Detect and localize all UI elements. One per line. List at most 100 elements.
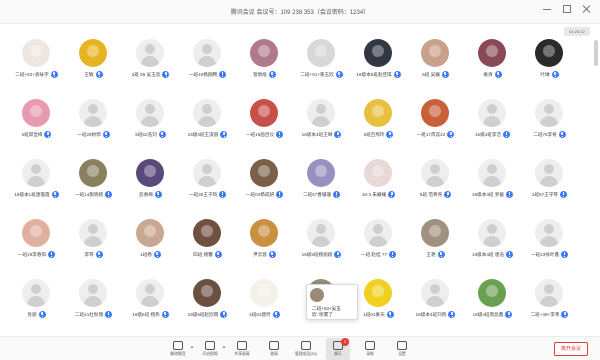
- participant-tile[interactable]: 二班+49+李青: [521, 276, 578, 336]
- mic-icon: [268, 71, 276, 78]
- avatar: [22, 279, 50, 307]
- participant-label: 1班杨: [122, 251, 179, 258]
- participant-label: 二班+62+袁咏宇: [8, 71, 65, 78]
- members-icon: [301, 341, 311, 350]
- participant-name: 管佩纸: [253, 71, 267, 77]
- participant-tile[interactable]: 一班02杨成妍: [236, 156, 293, 216]
- participant-tile[interactable]: 5班吕燕玲: [350, 96, 407, 156]
- participant-label: 一班14施晓婉: [65, 191, 122, 198]
- participant-name: 四班 杨馨: [193, 251, 213, 257]
- participant-tile[interactable]: 2班67王守琴: [521, 156, 578, 216]
- participant-tile[interactable]: 二班41杜秋瑞: [65, 276, 122, 336]
- participant-tile[interactable]: 管佩纸: [236, 36, 293, 96]
- participant-tile[interactable]: 5班52浩刘: [122, 96, 179, 156]
- participant-tile[interactable]: 叶琳: [521, 36, 578, 96]
- meeting-toolbar: 解除静音 ▲ 开启视频 ▲ 共享屏幕 邀请 管理成员(50) 聊天 1 录制 设置 离开会议: [0, 336, 600, 360]
- participant-tile[interactable]: 一班35王子琦: [179, 156, 236, 216]
- participant-tile[interactable]: 彭春梅: [122, 156, 179, 216]
- participant-tile[interactable]: 16级4班王淑丽: [179, 96, 236, 156]
- toolbar-button-invite[interactable]: 邀请: [262, 338, 286, 360]
- participant-tile[interactable]: 16级本4班刘燕: [407, 276, 464, 336]
- participant-tile[interactable]: 2班 59 吴玉欣: [122, 36, 179, 96]
- avatar: [364, 219, 392, 247]
- participant-tile[interactable]: 李琴: [65, 216, 122, 276]
- scrollbar[interactable]: [594, 40, 598, 66]
- participant-label: 二班+49+李青: [521, 311, 578, 318]
- participant-tile[interactable]: 二班57曹珊珊: [293, 156, 350, 216]
- minimize-icon[interactable]: [542, 4, 552, 14]
- avatar: [22, 219, 50, 247]
- mic-icon: [105, 191, 113, 198]
- participant-tile[interactable]: 16级5班杨丽翔: [293, 216, 350, 276]
- participant-tile[interactable]: 16级4班李洁: [464, 96, 521, 156]
- participant-name: 16级本4班刘燕: [415, 311, 447, 317]
- chevron-up-icon[interactable]: ▲: [190, 344, 194, 349]
- avatar: [22, 159, 50, 187]
- participant-tile[interactable]: 5班 吴巍: [407, 36, 464, 96]
- toolbar-button-camera[interactable]: 开启视频 ▲: [198, 338, 226, 360]
- avatar: [307, 159, 335, 187]
- participant-tile[interactable]: 5班邱显梅: [8, 96, 65, 156]
- participant-tile[interactable]: 肖丽: [8, 276, 65, 336]
- toolbar-button-screen-share[interactable]: 共享屏幕: [230, 338, 254, 360]
- mic-icon: [162, 71, 170, 78]
- participant-tile[interactable]: 秦清: [464, 36, 521, 96]
- participant-tile[interactable]: 16级4班周昌鑫: [464, 276, 521, 336]
- participant-tile[interactable]: 一班23徐叶鑫: [521, 216, 578, 276]
- avatar: [421, 99, 449, 127]
- toolbar-button-members[interactable]: 管理成员(50): [294, 338, 318, 360]
- mic-icon: [335, 71, 343, 78]
- mic-icon: [333, 191, 341, 198]
- participant-tile[interactable]: 一班14施晓婉: [65, 156, 122, 216]
- participant-tile[interactable]: 尹云蓉: [236, 216, 293, 276]
- participant-tile[interactable]: 16级5班赵欣雨: [179, 276, 236, 336]
- participant-tile[interactable]: 一班26李春阳: [8, 216, 65, 276]
- participant-tile[interactable]: 一班17芮蕊22: [407, 96, 464, 156]
- participant-tile[interactable]: 一班29娇郭: [65, 96, 122, 156]
- mic-icon: [154, 191, 162, 198]
- chat-message-popup[interactable]: 二班+03+吴玉欣: 听累了: [306, 284, 358, 320]
- participant-tile[interactable]: 16级本4班王琳: [293, 96, 350, 156]
- maximize-icon[interactable]: [562, 4, 572, 14]
- participant-tile[interactable]: 16级本4班 罗媛: [464, 156, 521, 216]
- avatar: [478, 99, 506, 127]
- screen-share-icon: [237, 341, 247, 350]
- participant-tile[interactable]: 16级本1班唐霞霞: [8, 156, 65, 216]
- toolbar-button-mic-off[interactable]: 解除静音 ▲: [166, 338, 194, 360]
- participant-tile[interactable]: 5班 范青燕: [407, 156, 464, 216]
- participant-tile[interactable]: 二班+01+黄玉欣: [293, 36, 350, 96]
- mic-icon: [386, 311, 394, 318]
- leave-meeting-button[interactable]: 离开会议: [554, 342, 588, 356]
- participant-tile[interactable]: 16-3 朱姗姗: [350, 156, 407, 216]
- participant-tile[interactable]: 二班+62+袁咏宇: [8, 36, 65, 96]
- participant-label: 一班17芮蕊22: [407, 131, 464, 138]
- participant-name: 5班 吴巍: [422, 71, 440, 77]
- toolbar-button-settings[interactable]: 设置: [390, 338, 414, 360]
- participant-tile[interactable]: 16级5班 杨燕: [122, 276, 179, 336]
- window-controls: [542, 4, 592, 14]
- participant-tile[interactable]: 一班 赵桂 77: [350, 216, 407, 276]
- participant-tile[interactable]: 1班杨: [122, 216, 179, 276]
- chevron-up-icon[interactable]: ▲: [222, 344, 226, 349]
- participant-name: 一班23徐叶鑫: [530, 251, 560, 257]
- toolbar-button-chat[interactable]: 聊天 1: [326, 338, 350, 360]
- close-icon[interactable]: [582, 4, 592, 14]
- participant-tile[interactable]: 一班40杨翔腾: [179, 36, 236, 96]
- participant-label: 5班52浩刘: [122, 131, 179, 138]
- toolbar-button-record[interactable]: 录制: [358, 338, 382, 360]
- participant-name: 二班76李将: [533, 131, 557, 137]
- participant-tile[interactable]: 一班15画吕仪: [236, 96, 293, 156]
- mic-icon: [50, 71, 58, 78]
- participant-tile[interactable]: 16级本5班赵佳琪: [350, 36, 407, 96]
- participant-tile[interactable]: 16级本4班 唐浩: [464, 216, 521, 276]
- participant-label: 16-3 朱姗姗: [350, 191, 407, 198]
- participant-tile[interactable]: 王艳: [407, 216, 464, 276]
- participant-tile[interactable]: 1班01秦天: [350, 276, 407, 336]
- invite-icon: [269, 341, 279, 350]
- participant-tile[interactable]: 王敏: [65, 36, 122, 96]
- participant-tile[interactable]: 二班76李将: [521, 96, 578, 156]
- participant-name: 一班29娇郭: [77, 131, 101, 137]
- participant-tile[interactable]: 四班 杨馨: [179, 216, 236, 276]
- participant-label: 16级4班周昌鑫: [464, 311, 521, 318]
- participant-tile[interactable]: 2班63唐玲: [236, 276, 293, 336]
